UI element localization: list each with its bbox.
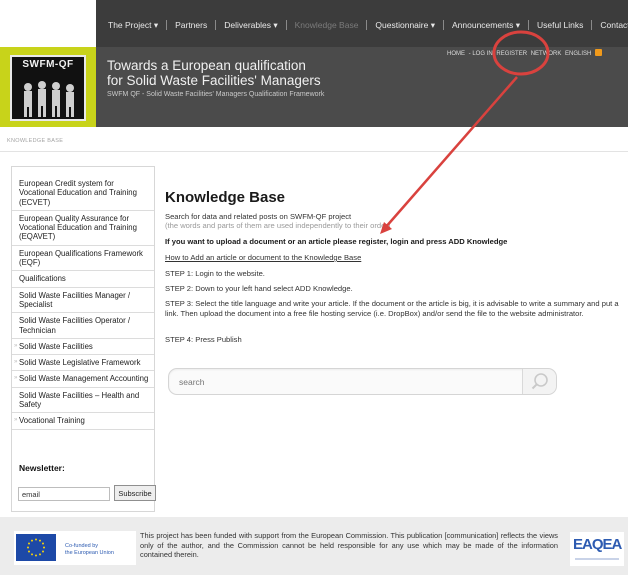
- sidebar-item-label: Solid Waste Facilities – Health and Safe…: [19, 390, 140, 410]
- partner-logo: EAQEA: [570, 532, 624, 566]
- logo-text: SWFM-QF: [22, 59, 74, 70]
- page-title: Knowledge Base: [165, 189, 286, 206]
- network-link[interactable]: NETWORK: [531, 51, 562, 57]
- sidebar-item-label: Solid Waste Facilities: [19, 341, 93, 351]
- eu-flag-icon: [16, 534, 56, 561]
- intro-text: Search for data and related posts on SWF…: [165, 212, 352, 221]
- search-input[interactable]: [179, 375, 479, 389]
- rss-icon[interactable]: [595, 49, 603, 56]
- expand-marker-icon: »: [14, 342, 18, 349]
- site-logo[interactable]: SWFM-QF: [10, 55, 86, 121]
- cofunded-line-2: the European Union: [65, 550, 114, 556]
- site-subtitle: SWFM QF - Solid Waste Facilities' Manage…: [107, 91, 325, 98]
- sidebar-item[interactable]: Solid Waste Facilities Operator / Techni…: [12, 313, 154, 339]
- site-title-line-2: for Solid Waste Facilities' Managers: [107, 73, 321, 88]
- nav-item[interactable]: Knowledge Base: [287, 20, 368, 30]
- search-icon: [531, 373, 548, 390]
- nav-item[interactable]: Questionnaire ▾: [367, 20, 444, 30]
- breadcrumb: KNOWLEDGE BASE: [7, 138, 64, 144]
- nav-item[interactable]: Announcements ▾: [444, 20, 530, 30]
- language-link[interactable]: ENGLISH: [565, 51, 591, 57]
- funding-disclaimer: This project has been funded with suppor…: [140, 531, 558, 559]
- sidebar-item[interactable]: European Credit system for Vocational Ed…: [12, 176, 154, 211]
- site-header: SWFM-QF Towards a European qualification…: [0, 47, 628, 127]
- site-title-line-1: Towards a European qualification: [107, 58, 306, 73]
- sidebar-item-label: Solid Waste Facilities Operator / Techni…: [19, 316, 131, 335]
- workers-figures-icon: [24, 81, 74, 117]
- sidebar-item[interactable]: European Qualifications Framework (EQF): [12, 246, 154, 272]
- sidebar-item-label: Vocational Training: [19, 416, 85, 426]
- sidebar-item-label: European Quality Assurance for Vocationa…: [19, 213, 137, 242]
- nav-menu: The Project ▾ Partners Deliverables ▾ Knowl…: [100, 20, 628, 30]
- sidebar-item-label: Solid Waste Management Accounting: [19, 374, 149, 384]
- top-navigation: The Project ▾ Partners Deliverables ▾ Knowl…: [0, 0, 628, 47]
- step-2: STEP 2: Down to your left hand select AD…: [165, 284, 353, 293]
- register-link[interactable]: REGISTER: [496, 51, 527, 57]
- sidebar-item[interactable]: » Solid Waste Legislative Framework: [12, 355, 154, 372]
- utility-links: HOME - LOG IN REGISTER NETWORK ENGLISH: [447, 49, 604, 57]
- email-field[interactable]: [18, 487, 110, 501]
- sidebar-item[interactable]: European Quality Assurance for Vocationa…: [12, 211, 154, 246]
- step-4: STEP 4: Press Publish: [165, 335, 242, 344]
- newsletter-label: Newsletter:: [19, 463, 65, 473]
- sidebar-item[interactable]: » Vocational Training: [12, 413, 154, 430]
- expand-marker-icon: »: [14, 417, 18, 424]
- sidebar-item-label: European Qualifications Framework (EQF): [19, 248, 143, 268]
- how-to-link[interactable]: How to Add an article or document to the…: [165, 253, 361, 262]
- sidebar-item-label: Solid Waste Legislative Framework: [19, 358, 141, 368]
- upload-instructions: If you want to upload a document or an a…: [165, 237, 508, 246]
- sidebar-item[interactable]: » Solid Waste Facilities: [12, 339, 154, 356]
- subscribe-button[interactable]: Subscribe: [114, 485, 156, 501]
- eu-cofunded-logo: Co-funded by the European Union: [14, 531, 136, 565]
- sidebar-item[interactable]: Qualifications: [12, 271, 154, 288]
- sidebar-item-label: Qualifications: [19, 274, 66, 284]
- login-link[interactable]: - LOG IN: [469, 51, 493, 57]
- sidebar-menu: European Credit system for Vocational Ed…: [12, 176, 154, 430]
- sidebar: European Credit system for Vocational Ed…: [11, 166, 156, 512]
- intro-note: (the words and parts of them are used in…: [165, 221, 391, 230]
- divider: [0, 151, 628, 152]
- nav-item[interactable]: Useful Links: [529, 20, 593, 30]
- sidebar-item-label: Solid Waste Facilities Manager / Special…: [19, 290, 131, 309]
- cofunded-line-1: Co-funded by: [65, 543, 99, 549]
- search-box: [168, 368, 557, 395]
- nav-item[interactable]: The Project ▾: [100, 20, 168, 30]
- sidebar-item-label: European Credit system for Vocational Ed…: [19, 179, 137, 207]
- sidebar-item[interactable]: Solid Waste Facilities Manager / Special…: [12, 288, 154, 314]
- partner-logo-text: EAQEA: [573, 536, 622, 553]
- search-button[interactable]: [522, 369, 556, 394]
- expand-marker-icon: »: [14, 359, 18, 366]
- footer: Co-funded by the European Union This pro…: [0, 517, 628, 575]
- nav-item[interactable]: Partners: [167, 20, 217, 30]
- step-1: STEP 1: Login to the website.: [165, 269, 265, 278]
- home-link[interactable]: HOME: [447, 51, 465, 57]
- expand-marker-icon: »: [14, 375, 18, 382]
- nav-item[interactable]: Deliverables ▾: [216, 20, 287, 30]
- step-3: STEP 3: Select the title language and wr…: [165, 299, 619, 318]
- nav-item[interactable]: Contact us: [592, 20, 628, 30]
- sidebar-item[interactable]: » Solid Waste Management Accounting: [12, 371, 154, 388]
- sidebar-item[interactable]: Solid Waste Facilities – Health and Safe…: [12, 388, 154, 414]
